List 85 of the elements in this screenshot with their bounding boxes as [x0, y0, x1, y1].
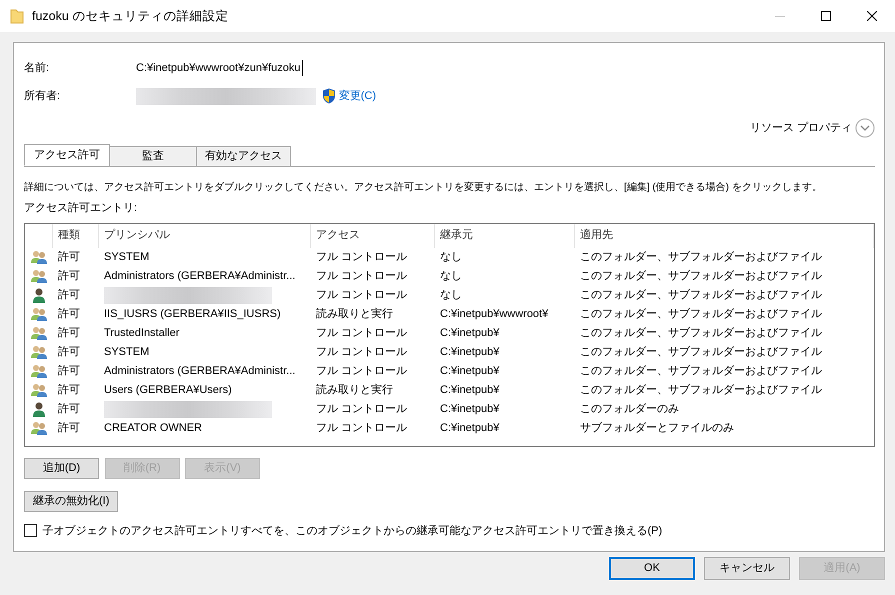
table-cell-text: このフォルダー、サブフォルダーおよびファイル: [579, 268, 823, 284]
user-icon: [33, 288, 45, 302]
table-cell-text: SYSTEM: [103, 344, 150, 360]
name-value: C:¥inetpub¥wwwroot¥zun¥fuzoku: [136, 60, 302, 76]
entry-action-button[interactable]: 追加(D): [24, 458, 99, 478]
group-icon: [31, 383, 47, 397]
table-cell-text: なし: [439, 288, 463, 303]
table-cell-text: 許可: [57, 382, 81, 398]
expand-chevron-icon[interactable]: [855, 118, 875, 138]
window-title: fuzoku のセキュリティの詳細設定: [32, 8, 228, 25]
column-header[interactable]: プリンシパル: [99, 224, 311, 248]
table-cell-text: C:¥inetpub¥: [439, 364, 500, 379]
table-cell-text: 許可: [57, 420, 81, 436]
change-owner-link[interactable]: 変更(C): [338, 88, 376, 104]
group-icon: [31, 345, 47, 359]
table-cell-text: C:¥inetpub¥: [439, 344, 500, 360]
maximize-icon: [821, 11, 831, 21]
dialog-button[interactable]: キャンセル: [704, 557, 790, 580]
instructions-text: 詳細については、アクセス許可エントリをダブルクリックしてください。アクセス許可エントリを変更するには、エントリを選択し、[編集] (使用できる場合) をクリックします。: [24, 181, 823, 195]
table-cell-text: サブフォルダーとファイルのみ: [579, 420, 735, 436]
table-cell-text: 読み取りと実行: [315, 382, 394, 398]
checkbox[interactable]: [24, 524, 37, 538]
disable-inheritance-button[interactable]: 継承の無効化(I): [24, 490, 118, 512]
table-cell-text: なし: [439, 268, 463, 284]
replace-permissions-label: 子オブジェクトのアクセス許可エントリすべてを、このオブジェクトからの継承可能なアクセス許可エントリで置き換える(P): [42, 524, 662, 538]
table-cell-text: フル コントロール: [315, 344, 408, 360]
name-label: 名前:: [24, 60, 50, 76]
table-cell-text: 許可: [57, 326, 81, 341]
table-cell-text: 許可: [57, 288, 81, 303]
owner-label: 所有者:: [24, 88, 62, 104]
table-cell-text: 許可: [57, 306, 81, 322]
column-header[interactable]: 継承元: [435, 224, 575, 248]
table-cell-text: このフォルダー、サブフォルダーおよびファイル: [579, 364, 823, 379]
table-cell-text: フル コントロール: [315, 288, 408, 303]
table-cell-text: Users (GERBERA¥Users): [103, 382, 233, 398]
table-cell-text: なし: [439, 250, 463, 265]
table-cell-text: このフォルダーのみ: [579, 402, 680, 417]
table-cell-text: CREATOR OWNER: [103, 420, 203, 436]
table-cell-text: C:¥inetpub¥: [439, 420, 500, 436]
folder-icon: [10, 8, 24, 24]
table-cell-text: フル コントロール: [315, 364, 408, 379]
table-cell-text: このフォルダー、サブフォルダーおよびファイル: [579, 250, 823, 265]
group-icon: [31, 421, 47, 435]
user-icon: [33, 402, 45, 416]
table-cell-text: フル コントロール: [315, 420, 408, 436]
table-cell-text: C:¥inetpub¥: [439, 402, 500, 417]
table-cell-text: TrustedInstaller: [103, 326, 180, 341]
group-icon: [31, 307, 47, 321]
table-cell-text: C:¥inetpub¥: [439, 382, 500, 398]
table-cell-text: フル コントロール: [315, 250, 408, 265]
group-icon: [31, 250, 47, 264]
table-cell-text: IIS_IUSRS (GERBERA¥IIS_IUSRS): [103, 306, 282, 322]
close-icon: [867, 11, 877, 21]
tab[interactable]: アクセス許可: [24, 144, 110, 166]
table-cell-text: C:¥inetpub¥: [439, 326, 500, 341]
tab[interactable]: 有効なアクセス: [196, 146, 291, 166]
dialog-button[interactable]: OK: [609, 557, 695, 580]
column-header[interactable]: 種類: [53, 224, 99, 248]
column-header[interactable]: アクセス: [311, 224, 435, 248]
table-cell-text: このフォルダー、サブフォルダーおよびファイル: [579, 288, 823, 303]
table-cell-text: 許可: [57, 344, 81, 360]
table-cell-text: 許可: [57, 402, 81, 417]
shield-icon: [322, 88, 336, 104]
table-cell-text: SYSTEM: [103, 250, 150, 265]
table-cell-text: このフォルダー、サブフォルダーおよびファイル: [579, 306, 823, 322]
group-icon: [31, 269, 47, 283]
group-icon: [31, 326, 47, 340]
entries-label: アクセス許可エントリ:: [24, 201, 138, 216]
table-cell-text: 許可: [57, 268, 81, 284]
table-cell-text: フル コントロール: [315, 326, 408, 341]
table-cell-text: フル コントロール: [315, 402, 408, 417]
table-cell-text: 読み取りと実行: [315, 306, 394, 322]
table-cell-text: 許可: [57, 250, 81, 265]
table-cell-text: このフォルダー、サブフォルダーおよびファイル: [579, 382, 823, 398]
group-icon: [31, 364, 47, 378]
column-header[interactable]: 適用先: [575, 224, 874, 248]
table-cell-text: Administrators (GERBERA¥Administr...: [103, 268, 296, 284]
table-cell-text: Administrators (GERBERA¥Administr...: [103, 364, 296, 379]
tab[interactable]: 監査: [109, 146, 197, 166]
table-cell-text: C:¥inetpub¥wwwroot¥: [439, 306, 550, 322]
table-cell-text: このフォルダー、サブフォルダーおよびファイル: [579, 344, 823, 360]
table-cell-text: フル コントロール: [315, 268, 408, 284]
resource-properties-label: リソース プロパティ: [750, 120, 852, 136]
table-cell-text: このフォルダー、サブフォルダーおよびファイル: [579, 326, 823, 341]
table-cell-text: 許可: [57, 364, 81, 379]
